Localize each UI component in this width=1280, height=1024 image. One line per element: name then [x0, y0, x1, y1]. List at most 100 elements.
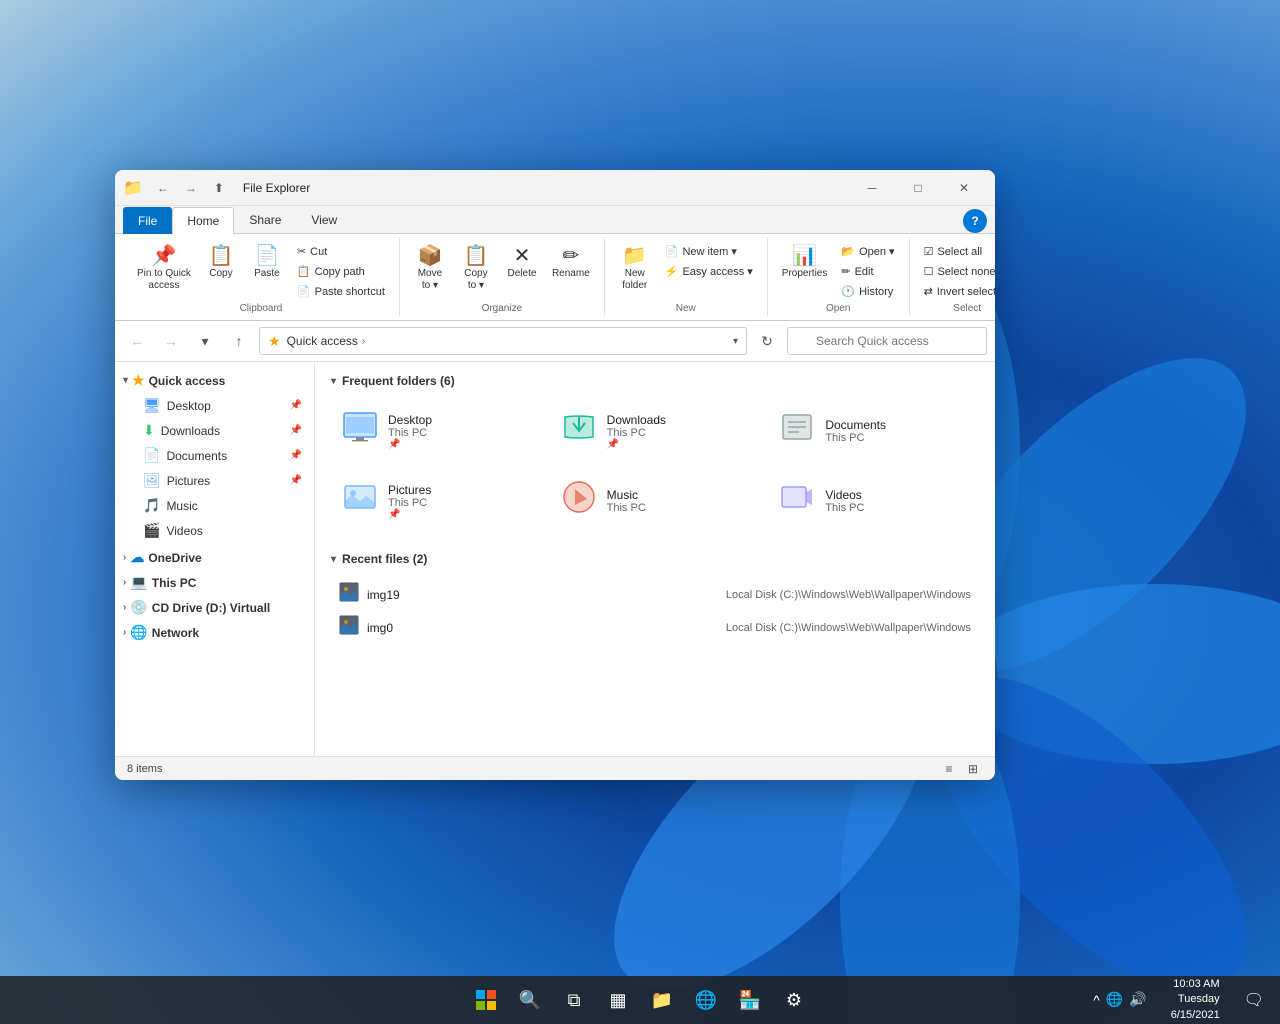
open-button[interactable]: 📂 Open ▾ — [835, 242, 900, 261]
tab-file[interactable]: File — [123, 207, 172, 234]
close-button[interactable]: ✕ — [941, 170, 987, 206]
img19-file-icon — [339, 582, 359, 607]
volume-tray-icon[interactable]: 🔊 — [1129, 991, 1146, 1008]
properties-button[interactable]: 📊 Properties — [776, 242, 834, 284]
cut-button[interactable]: ✂ Cut — [291, 242, 391, 261]
network-header[interactable]: › 🌐 Network — [115, 620, 314, 645]
select-all-button[interactable]: ☑ Select all — [918, 242, 995, 261]
notification-center-button[interactable]: 🗨 — [1236, 990, 1272, 1010]
copy-path-button[interactable]: 📋 Copy path — [291, 262, 391, 281]
help-button[interactable]: ? — [963, 209, 987, 233]
folder-pictures-icon — [342, 479, 378, 523]
edit-button[interactable]: ✏ Edit — [835, 262, 900, 281]
up-directory-button[interactable]: ↑ — [225, 327, 253, 355]
history-button[interactable]: 🕐 History — [835, 282, 900, 301]
folder-item-pictures[interactable]: Pictures This PC 📌 — [331, 470, 542, 532]
desktop-folder-sub: This PC — [388, 427, 531, 439]
quick-access-star-icon: ★ — [132, 372, 145, 389]
folder-item-videos[interactable]: Videos This PC — [768, 470, 979, 532]
taskbar-widgets-button[interactable]: ▦ — [598, 980, 638, 1020]
folder-item-desktop[interactable]: Desktop This PC 📌 — [331, 400, 542, 462]
invert-selection-button[interactable]: ⇄ Invert selection — [918, 282, 995, 301]
list-view-button[interactable]: ≡ — [939, 759, 959, 779]
new-folder-button[interactable]: 📁 Newfolder — [613, 242, 657, 296]
clipboard-buttons: 📌 Pin to Quickaccess 📋 Copy 📄 Paste ✂ — [131, 238, 391, 301]
titlebar-back-btn[interactable]: ← — [151, 176, 175, 200]
paste-button[interactable]: 📄 Paste — [245, 242, 289, 284]
taskbar-edge-button[interactable]: 🌐 — [686, 980, 726, 1020]
quick-access-header[interactable]: ▾ ★ Quick access — [115, 368, 314, 393]
pin-icon: 📌 — [152, 246, 177, 266]
address-box[interactable]: ★ Quick access › ▾ — [259, 327, 747, 355]
forward-button[interactable]: → — [157, 327, 185, 355]
taskbar-settings-button[interactable]: ⚙ — [774, 980, 814, 1020]
grid-view-button[interactable]: ⊞ — [963, 759, 983, 779]
easy-access-button[interactable]: ⚡ Easy access ▾ — [659, 262, 759, 281]
tab-view[interactable]: View — [296, 206, 352, 233]
music-folder-name: Music — [607, 488, 750, 502]
cd-drive-header[interactable]: › 💿 CD Drive (D:) Virtuall — [115, 595, 314, 620]
tab-home[interactable]: Home — [172, 207, 234, 234]
taskbar-store-button[interactable]: 🏪 — [730, 980, 770, 1020]
sidebar-item-desktop[interactable]: 🖥 Desktop 📌 — [135, 393, 310, 418]
refresh-button[interactable]: ↻ — [753, 327, 781, 355]
taskbar-clock[interactable]: 10:03 AM Tuesday6/15/2021 — [1159, 977, 1232, 1023]
cd-drive-icon: 💿 — [130, 599, 147, 616]
clipboard-small-buttons: ✂ Cut 📋 Copy path 📄 Paste shortcut — [291, 242, 391, 301]
this-pc-header[interactable]: › 💻 This PC — [115, 570, 314, 595]
network-tray-icon[interactable]: 🌐 — [1106, 991, 1123, 1008]
select-small-buttons: ☑ Select all ☐ Select none ⇄ Invert sele… — [918, 242, 995, 301]
taskbar-task-view-button[interactable]: ⧉ — [554, 980, 594, 1020]
taskbar-search-button[interactable]: 🔍 — [510, 980, 550, 1020]
delete-button[interactable]: ✕ Delete — [500, 242, 544, 284]
file-item-img0[interactable]: img0 Local Disk (C:)\Windows\Web\Wallpap… — [331, 611, 979, 644]
maximize-button[interactable]: □ — [895, 170, 941, 206]
history-icon: 🕐 — [841, 285, 855, 298]
invert-selection-label: Invert selection — [937, 286, 995, 298]
invert-selection-icon: ⇄ — [924, 285, 933, 298]
paste-shortcut-button[interactable]: 📄 Paste shortcut — [291, 282, 391, 301]
titlebar-forward-btn[interactable]: → — [179, 176, 203, 200]
sidebar-item-music[interactable]: 🎵 Music — [135, 493, 310, 518]
select-none-button[interactable]: ☐ Select none — [918, 262, 995, 281]
open-label: Open ▾ — [859, 245, 895, 258]
recent-files-chevron[interactable]: ▾ — [331, 554, 336, 565]
folder-videos-icon — [779, 479, 815, 523]
move-to-button[interactable]: 📦 Moveto ▾ — [408, 242, 452, 296]
pin-to-quick-access-button[interactable]: 📌 Pin to Quickaccess — [131, 242, 197, 296]
titlebar-up-btn[interactable]: ⬆ — [207, 176, 231, 200]
sidebar: ▾ ★ Quick access 🖥 Desktop 📌 ⬇ Downloads… — [115, 362, 315, 756]
sidebar-downloads-label: Downloads — [161, 424, 284, 438]
folder-item-documents[interactable]: Documents This PC — [768, 400, 979, 462]
sidebar-item-downloads[interactable]: ⬇ Downloads 📌 — [135, 418, 310, 443]
folder-item-downloads[interactable]: Downloads This PC 📌 — [550, 400, 761, 462]
frequent-folders-chevron[interactable]: ▾ — [331, 376, 336, 387]
file-item-img19[interactable]: img19 Local Disk (C:)\Windows\Web\Wallpa… — [331, 578, 979, 611]
copy-to-button[interactable]: 📋 Copyto ▾ — [454, 242, 498, 296]
pictures-folder-info: Pictures This PC 📌 — [388, 483, 531, 520]
start-button[interactable] — [466, 980, 506, 1020]
new-folder-label: Newfolder — [622, 268, 647, 292]
sidebar-item-videos[interactable]: 🎬 Videos — [135, 518, 310, 543]
sidebar-item-documents[interactable]: 📄 Documents 📌 — [135, 443, 310, 468]
sidebar-documents-label: Documents — [166, 449, 283, 463]
new-small-buttons: 📄 New item ▾ ⚡ Easy access ▾ — [659, 242, 759, 281]
recent-locations-button[interactable]: ▾ — [191, 327, 219, 355]
search-input[interactable] — [787, 327, 987, 355]
back-button[interactable]: ← — [123, 327, 151, 355]
copy-button[interactable]: 📋 Copy — [199, 242, 243, 284]
onedrive-header[interactable]: › ☁ OneDrive — [115, 545, 314, 570]
minimize-button[interactable]: ─ — [849, 170, 895, 206]
ribbon-group-open: 📊 Properties 📂 Open ▾ ✏ Edit 🕐 History — [768, 238, 910, 316]
desktop-icon: 🖥 — [143, 397, 161, 414]
taskbar-file-explorer-button[interactable]: 📁 — [642, 980, 682, 1020]
chevron-up-icon[interactable]: ^ — [1093, 992, 1100, 1008]
sidebar-item-pictures[interactable]: 🖼 Pictures 📌 — [135, 468, 310, 493]
desktop-folder-pin: 📌 — [388, 439, 531, 450]
folder-downloads-icon — [561, 409, 597, 453]
rename-button[interactable]: ✏ Rename — [546, 242, 596, 284]
new-item-button[interactable]: 📄 New item ▾ — [659, 242, 759, 261]
folder-item-music[interactable]: Music This PC — [550, 470, 761, 532]
tab-share[interactable]: Share — [234, 206, 296, 233]
network-icon: 🌐 — [130, 624, 147, 641]
